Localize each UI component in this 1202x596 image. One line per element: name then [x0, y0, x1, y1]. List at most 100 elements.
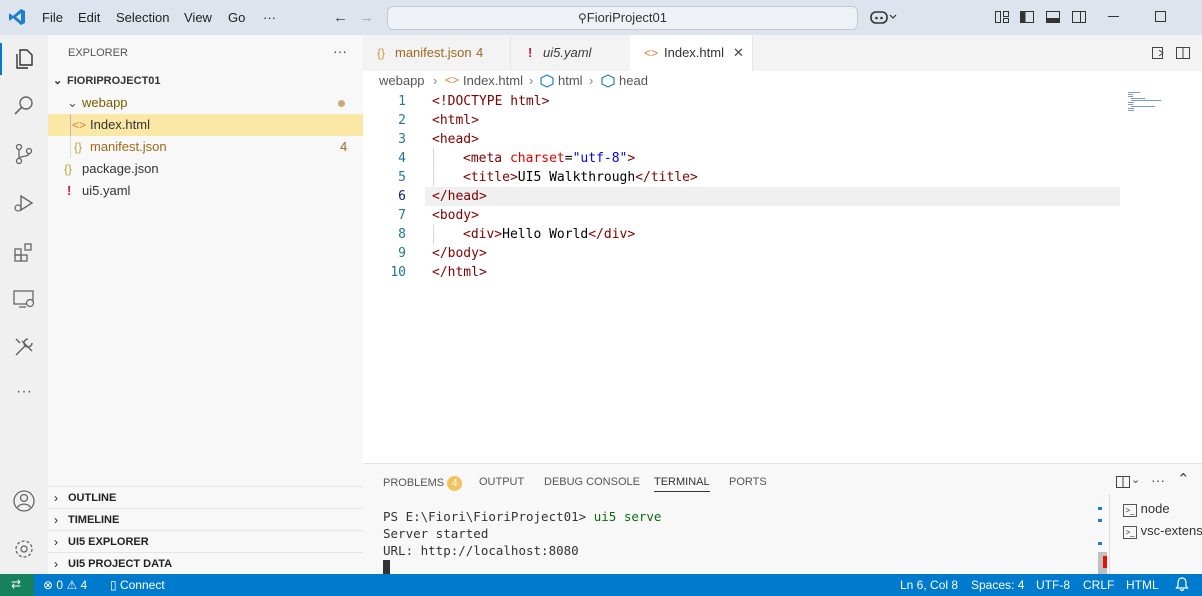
current-line-highlight	[425, 187, 1120, 206]
copilot-icon[interactable]	[870, 9, 898, 25]
settings-gear-icon[interactable]	[12, 537, 36, 561]
json-file-icon: {}	[74, 140, 83, 154]
close-icon[interactable]: ✕	[733, 35, 744, 71]
terminal-scrollbar[interactable]	[1097, 504, 1107, 574]
database-icon: ▯	[110, 578, 117, 592]
activity-bar: ···	[0, 35, 48, 574]
chevron-down-icon: ⌄	[67, 95, 78, 110]
remote-explorer-icon[interactable]	[12, 287, 36, 311]
terminal-instance-node[interactable]: >_ node	[1123, 501, 1170, 517]
tools-icon[interactable]	[12, 335, 36, 359]
breadcrumb: webapp › <> Index.html › html › head	[363, 71, 1202, 91]
terminal-line: Server started	[383, 526, 489, 541]
split-editor-icon[interactable]	[1175, 45, 1191, 61]
panel-tab-ports[interactable]: PORTS	[729, 476, 767, 488]
warning-icon: ⚠	[66, 578, 78, 592]
extensions-icon[interactable]	[12, 240, 36, 264]
indentation-status[interactable]: Spaces: 4	[971, 578, 1024, 592]
tree-item-webapp[interactable]: ⌄ webapp	[48, 92, 363, 114]
remote-indicator[interactable]: ⇄	[0, 574, 34, 596]
toggle-sidebar-icon[interactable]	[1019, 9, 1035, 25]
section-ui5-project-data[interactable]: › UI5 PROJECT DATA	[48, 552, 363, 575]
breadcrumb-file[interactable]: Index.html	[463, 73, 523, 88]
run-debug-icon[interactable]	[12, 191, 36, 215]
section-ui5-explorer[interactable]: › UI5 EXPLORER	[48, 530, 363, 553]
title-bar: File Edit Selection View Go ··· ← → ⚲Fio…	[0, 0, 1202, 35]
explorer-icon[interactable]	[12, 47, 36, 71]
chevron-right-icon: ›	[54, 557, 58, 571]
toggle-panel-icon[interactable]	[1045, 9, 1061, 25]
breadcrumb-html[interactable]: html	[558, 73, 583, 88]
tree-item-manifest-json[interactable]: {} manifest.json 4	[48, 136, 363, 158]
breadcrumb-folder[interactable]: webapp	[379, 73, 425, 88]
maximize-panel-icon[interactable]: ⌃	[1177, 470, 1190, 488]
problem-count: 4	[340, 139, 348, 154]
chevron-right-icon: ›	[589, 73, 594, 88]
more-views-icon[interactable]: ···	[12, 383, 36, 407]
panel-tab-problems[interactable]: PROBLEMS 4	[383, 476, 463, 491]
command-center-search[interactable]: ⚲FioriProject01	[387, 6, 858, 30]
element-icon	[601, 74, 615, 88]
chevron-right-icon: ›	[54, 535, 58, 549]
open-changes-icon[interactable]	[1151, 45, 1167, 61]
chevron-down-icon[interactable]: ⌄	[1131, 473, 1140, 486]
code-editor[interactable]: 1 <!DOCTYPE html> 2 <html> 3 <head> 4 <meta …	[363, 91, 1202, 463]
split-terminal-icon[interactable]	[1115, 474, 1131, 490]
source-control-icon[interactable]	[12, 142, 36, 166]
problems-status[interactable]: ⊗ 0 ⚠ 4	[43, 578, 87, 592]
divider	[1109, 494, 1110, 575]
terminal-line: URL: http://localhost:8080	[383, 543, 579, 558]
menu-selection[interactable]: Selection	[116, 10, 169, 25]
panel-more-icon[interactable]: ···	[1151, 472, 1165, 488]
customize-layout-icon[interactable]	[994, 9, 1010, 25]
toggle-secondary-sidebar-icon[interactable]	[1071, 9, 1087, 25]
eol-status[interactable]: CRLF	[1083, 578, 1114, 592]
connect-status[interactable]: ▯ Connect	[110, 578, 165, 592]
menu-go[interactable]: Go	[228, 10, 245, 25]
menu-edit[interactable]: Edit	[78, 10, 100, 25]
notifications-bell-icon[interactable]	[1175, 576, 1189, 592]
section-timeline[interactable]: › TIMELINE	[48, 508, 363, 531]
chevron-right-icon: ›	[433, 73, 438, 88]
bottom-panel: PROBLEMS 4 OUTPUT DEBUG CONSOLE TERMINAL…	[363, 463, 1202, 576]
cursor-position[interactable]: Ln 6, Col 8	[900, 578, 958, 592]
forward-arrow-icon[interactable]: →	[359, 9, 374, 26]
menu-view[interactable]: View	[184, 10, 212, 25]
maximize-icon[interactable]	[1155, 11, 1171, 27]
language-mode[interactable]: HTML	[1126, 578, 1159, 592]
search-view-icon[interactable]	[12, 94, 36, 118]
html-file-icon: <>	[445, 73, 460, 87]
project-folder[interactable]: ⌄ FIORIPROJECT01	[48, 70, 363, 92]
tab-manifest-json[interactable]: {} manifest.json 4	[363, 35, 511, 71]
terminal-icon: >_	[1123, 526, 1137, 539]
panel-tab-terminal[interactable]: TERMINAL	[654, 476, 710, 492]
vscode-logo-icon	[8, 8, 26, 26]
chevron-right-icon: ›	[54, 513, 58, 527]
explorer-more-icon[interactable]: ···	[333, 43, 347, 59]
yaml-file-icon: !	[528, 45, 533, 60]
indent-guide	[433, 148, 434, 186]
section-outline[interactable]: › OUTLINE	[48, 486, 363, 509]
tab-index-html[interactable]: <> Index.html ✕	[630, 35, 753, 71]
minimap[interactable]	[1128, 92, 1168, 114]
panel-tab-debug-console[interactable]: DEBUG CONSOLE	[544, 476, 640, 488]
account-icon[interactable]	[12, 489, 36, 513]
menu-more[interactable]: ···	[263, 10, 276, 25]
indent-guide	[70, 114, 71, 136]
editor-tab-bar: {} manifest.json 4 ! ui5.yaml <> Index.h…	[363, 35, 1202, 71]
tree-item-index-html[interactable]: <> Index.html	[48, 114, 363, 136]
terminal-instance-vsc-ext[interactable]: >_ vsc-extens	[1123, 523, 1202, 539]
html-file-icon: <>	[644, 46, 659, 60]
menu-file[interactable]: File	[42, 10, 63, 25]
breadcrumb-head[interactable]: head	[619, 73, 648, 88]
panel-tab-output[interactable]: OUTPUT	[479, 476, 524, 488]
indent-guide	[433, 225, 434, 244]
tab-ui5-yaml[interactable]: ! ui5.yaml	[510, 35, 631, 71]
tree-item-ui5-yaml[interactable]: ! ui5.yaml	[48, 180, 363, 202]
minimize-icon[interactable]	[1108, 16, 1124, 32]
yaml-file-icon: !	[67, 183, 72, 198]
terminal-output[interactable]: PS E:\Fiori\FioriProject01> ui5 serve Se…	[383, 508, 661, 576]
tree-item-package-json[interactable]: {} package.json	[48, 158, 363, 180]
encoding-status[interactable]: UTF-8	[1036, 578, 1070, 592]
back-arrow-icon[interactable]: ←	[333, 9, 348, 26]
